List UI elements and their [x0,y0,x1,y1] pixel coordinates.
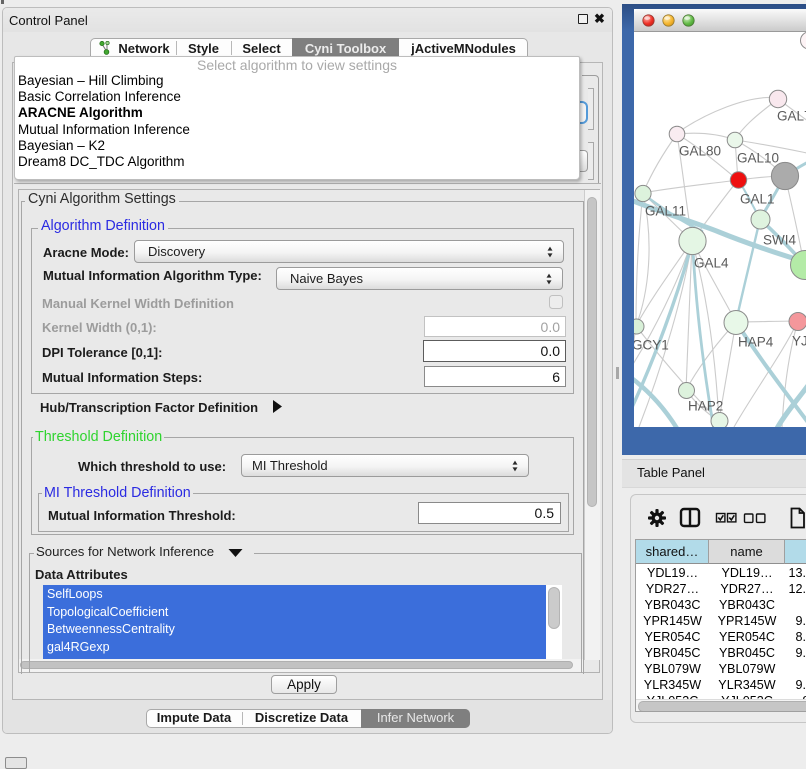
svg-text:GCY1: GCY1 [634,338,669,353]
svg-text:HAP4: HAP4 [738,335,774,350]
svg-text:GAL7: GAL7 [777,109,806,124]
svg-text:GAL10: GAL10 [737,151,779,166]
svg-text:GAL11: GAL11 [645,204,686,219]
svg-text:YJL: YJL [792,334,806,349]
svg-text:SWI4: SWI4 [763,233,796,248]
svg-text:GAL4: GAL4 [694,256,729,271]
svg-text:GAL1: GAL1 [740,192,775,207]
svg-text:GAL80: GAL80 [679,144,721,159]
svg-text:HAP2: HAP2 [688,399,723,414]
